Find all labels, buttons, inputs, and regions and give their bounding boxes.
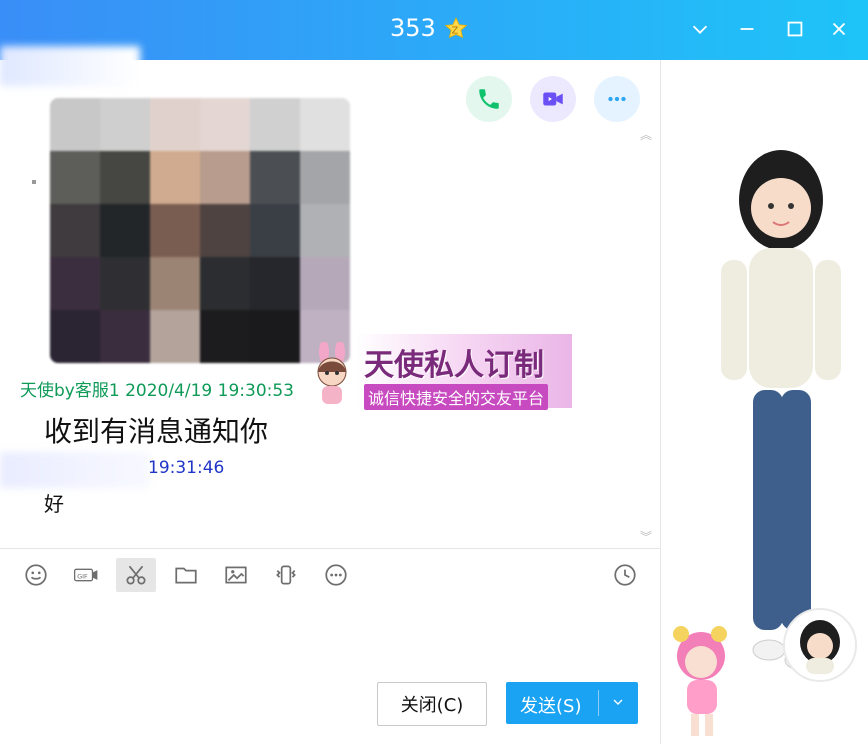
input-divider bbox=[0, 548, 660, 549]
vibrate-icon[interactable] bbox=[266, 558, 306, 592]
window-title: 353 bbox=[390, 14, 436, 42]
folder-icon[interactable] bbox=[166, 558, 206, 592]
maximize-icon[interactable] bbox=[784, 18, 806, 40]
svg-text:GIF: GIF bbox=[77, 572, 88, 580]
blurred-contact-name bbox=[0, 46, 140, 86]
message-text: 收到有消息通知你 bbox=[44, 415, 269, 448]
scroll-up-icon[interactable]: ︽ bbox=[640, 126, 652, 143]
blurred-image[interactable] bbox=[50, 98, 350, 363]
scissors-icon[interactable] bbox=[116, 558, 156, 592]
image-icon[interactable] bbox=[216, 558, 256, 592]
message-meta: 天使by客服1 2020/4/19 19:30:53 bbox=[20, 381, 294, 401]
scroll-down-icon[interactable]: ︾ bbox=[640, 528, 652, 545]
send-button-divider bbox=[598, 690, 599, 716]
close-button[interactable]: 关闭(C) bbox=[377, 682, 487, 726]
chevron-down-icon[interactable] bbox=[689, 18, 711, 40]
chibi-character-illustration bbox=[661, 620, 747, 740]
header-actions bbox=[466, 76, 640, 122]
send-button-label: 发送(S) bbox=[520, 696, 582, 717]
bullet-dot bbox=[32, 180, 36, 184]
promo-banner: 天使私人订制 诚信快捷安全的交友平台 bbox=[306, 334, 572, 410]
more-icon[interactable] bbox=[594, 76, 640, 122]
girl-avatar-illustration bbox=[691, 130, 868, 680]
banner-subtitle: 诚信快捷安全的交友平台 bbox=[364, 384, 549, 410]
more-icon[interactable] bbox=[316, 558, 356, 592]
chat-panel: ︽ 天使私人订制 诚信快捷安全的交友平台 天使by客服1 2020/4/19 1… bbox=[0, 46, 660, 744]
bunny-mascot-icon bbox=[306, 340, 366, 408]
svg-text:Z: Z bbox=[452, 25, 459, 36]
avatar[interactable] bbox=[783, 608, 857, 682]
clock-icon[interactable] bbox=[612, 562, 642, 592]
emoji-icon[interactable] bbox=[16, 558, 56, 592]
phone-icon[interactable] bbox=[466, 76, 512, 122]
send-button[interactable]: 发送(S) bbox=[506, 682, 638, 724]
blurred-sender-name bbox=[0, 452, 150, 488]
input-toolbar: GIF bbox=[16, 558, 356, 592]
video-call-icon[interactable] bbox=[530, 76, 576, 122]
message-text: 好 bbox=[44, 492, 64, 516]
gif-icon[interactable]: GIF bbox=[66, 558, 106, 592]
close-icon[interactable] bbox=[828, 18, 850, 40]
banner-title: 天使私人订制 bbox=[364, 348, 544, 383]
star-z-icon: Z bbox=[443, 16, 469, 42]
message-meta: 19:31:46 bbox=[148, 458, 225, 478]
side-panel bbox=[660, 60, 868, 744]
minimize-icon[interactable] bbox=[736, 18, 758, 40]
send-options-chevron-icon[interactable] bbox=[610, 694, 626, 710]
